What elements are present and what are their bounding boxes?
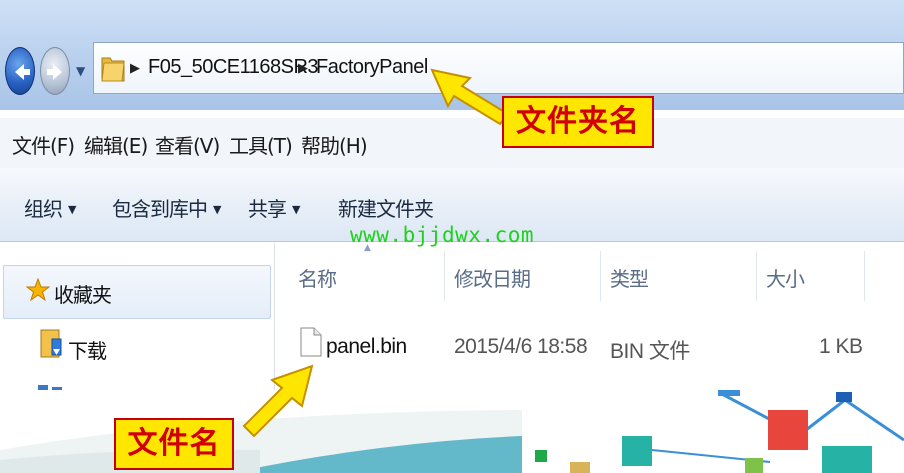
arrow-right-icon — [47, 64, 62, 80]
column-header-type[interactable]: 类型 — [610, 263, 649, 292]
star-icon — [26, 278, 50, 302]
column-header-modified[interactable]: 修改日期 — [454, 263, 531, 292]
share-label: 共享 — [248, 197, 287, 221]
column-divider[interactable] — [444, 251, 445, 301]
file-size: 1 KB — [819, 335, 863, 358]
sidebar-item-favorites[interactable]: 收藏夹 — [3, 265, 271, 319]
menu-view[interactable]: 查看(V) — [155, 130, 220, 159]
breadcrumb-item-current[interactable]: FactoryPanel — [316, 56, 428, 79]
file-name: panel.bin — [326, 335, 407, 358]
menu-edit[interactable]: 编辑(E) — [84, 130, 148, 159]
menu-help[interactable]: 帮助(H) — [301, 130, 368, 159]
folder-name-callout: 文件夹名 — [502, 96, 654, 148]
sidebar-item-label: 收藏夹 — [54, 283, 112, 307]
breadcrumb-arrow[interactable]: ▶ — [298, 61, 308, 76]
watermark: www.bjjdwx.com — [350, 223, 535, 247]
column-divider[interactable] — [864, 251, 865, 301]
callout-arrow-icon — [430, 68, 510, 126]
breadcrumb-item-parent[interactable]: F05_50CE1168SR3 — [148, 56, 319, 79]
chevron-down-icon: ▼ — [292, 203, 301, 216]
sidebar-item-downloads[interactable]: 下载 — [68, 335, 107, 364]
file-icon — [300, 327, 322, 357]
breadcrumb-arrow[interactable]: ▶ — [130, 61, 140, 76]
arrow-left-icon — [15, 64, 30, 80]
file-type: BIN 文件 — [610, 340, 690, 363]
recent-pages-dropdown[interactable]: ▼ — [76, 64, 85, 78]
folder-icon — [101, 57, 125, 82]
file-modified: 2015/4/6 18:58 — [454, 335, 588, 358]
chevron-down-icon: ▼ — [213, 203, 222, 216]
include-in-library-button[interactable]: 包含到库中 ▼ — [112, 193, 222, 222]
new-folder-button[interactable]: 新建文件夹 — [338, 193, 434, 222]
back-button[interactable] — [5, 47, 35, 95]
organize-button[interactable]: 组织 ▼ — [24, 193, 77, 222]
share-button[interactable]: 共享 ▼ — [248, 193, 301, 222]
download-folder-icon — [40, 329, 62, 358]
menu-file[interactable]: 文件(F) — [12, 130, 75, 159]
file-name-callout: 文件名 — [114, 418, 234, 470]
forward-button[interactable] — [40, 47, 70, 95]
column-header-name[interactable]: 名称 — [298, 263, 337, 292]
column-divider[interactable] — [756, 251, 757, 301]
callout-arrow-icon — [242, 364, 314, 438]
menu-tools[interactable]: 工具(T) — [229, 130, 293, 159]
chevron-down-icon: ▼ — [68, 203, 77, 216]
column-divider[interactable] — [600, 251, 601, 301]
file-list: ▲ 名称 修改日期 类型 大小 panel.bin 2015/4/6 18:58… — [276, 243, 904, 390]
organize-label: 组织 — [24, 197, 63, 221]
include-in-library-label: 包含到库中 — [112, 197, 208, 221]
column-header-size[interactable]: 大小 — [766, 263, 805, 292]
